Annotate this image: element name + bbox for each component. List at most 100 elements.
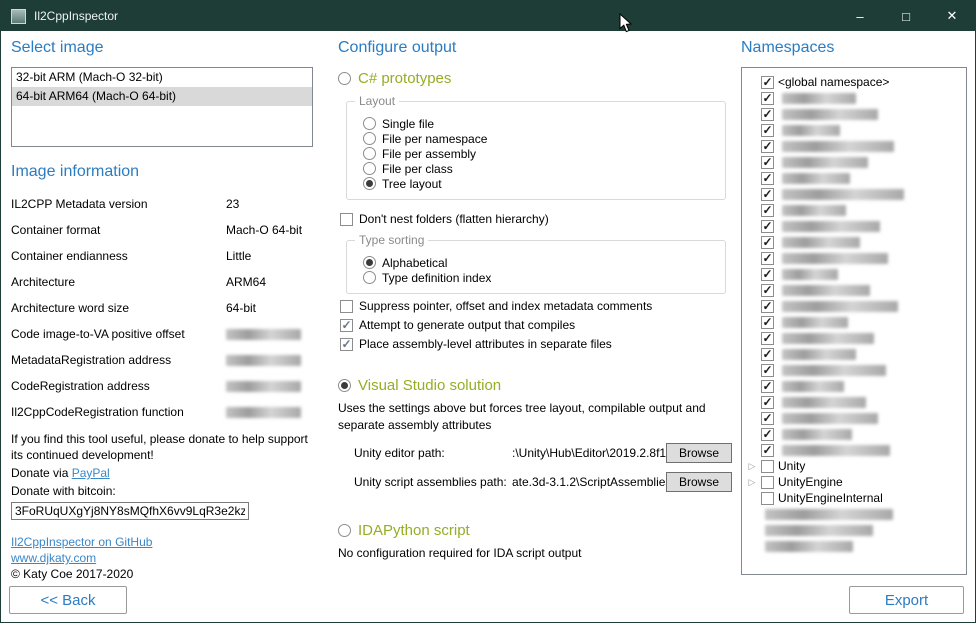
namespace-checkbox[interactable] <box>761 348 774 361</box>
namespace-checkbox[interactable] <box>761 332 774 345</box>
type-sorting-option[interactable]: Alphabetical <box>363 255 725 270</box>
namespace-checkbox[interactable] <box>761 220 774 233</box>
export-button[interactable]: Export <box>849 586 964 614</box>
namespace-checkbox[interactable] <box>761 476 774 489</box>
namespace-item[interactable]: ▷ <box>742 346 966 362</box>
namespace-checkbox[interactable] <box>761 460 774 473</box>
namespace-checkbox[interactable] <box>761 156 774 169</box>
namespace-checkbox[interactable] <box>761 124 774 137</box>
namespace-item[interactable]: ▷ UnityEngineInternal <box>742 490 966 506</box>
namespace-tree[interactable]: ▷ <global namespace> ▷ ▷ <box>741 67 967 575</box>
namespace-item[interactable]: ▷ <box>742 250 966 266</box>
layout-option[interactable]: File per namespace <box>363 131 725 146</box>
unity-editor-browse-button[interactable]: Browse <box>666 443 732 463</box>
minimize-icon[interactable]: – <box>837 1 883 31</box>
namespace-item[interactable]: ▷ <global namespace> <box>742 74 966 90</box>
namespace-checkbox[interactable] <box>761 204 774 217</box>
image-list-item[interactable]: 64-bit ARM64 (Mach-O 64-bit) <box>12 87 312 106</box>
csharp-option-checkboxes: Suppress pointer, offset and index metad… <box>338 299 733 351</box>
namespace-item[interactable]: ▷ <box>742 330 966 346</box>
namespace-item[interactable]: ▷ <box>742 106 966 122</box>
namespace-item[interactable]: ▷ <box>742 218 966 234</box>
namespace-checkbox[interactable] <box>761 444 774 457</box>
namespace-checkbox[interactable] <box>761 140 774 153</box>
namespace-item[interactable]: ▷ <box>742 362 966 378</box>
bitcoin-address-input[interactable] <box>11 502 249 520</box>
namespace-item[interactable]: ▷ <box>742 186 966 202</box>
namespace-item[interactable]: ▷ <box>742 282 966 298</box>
namespace-checkbox[interactable] <box>761 316 774 329</box>
namespace-item[interactable]: ▷ <box>742 138 966 154</box>
redacted-text <box>765 541 853 552</box>
namespace-checkbox[interactable] <box>761 492 774 505</box>
back-button[interactable]: << Back <box>9 586 127 614</box>
csharp-prototypes-radio[interactable]: C# prototypes <box>338 70 733 87</box>
namespace-item[interactable]: ▷ <box>742 202 966 218</box>
paypal-link[interactable]: PayPal <box>72 466 110 480</box>
namespace-item[interactable]: ▷ <box>742 538 966 554</box>
namespace-item[interactable]: ▷ Unity <box>742 458 966 474</box>
image-list-item[interactable]: 32-bit ARM (Mach-O 32-bit) <box>12 68 312 87</box>
namespace-item[interactable]: ▷ <box>742 234 966 250</box>
namespace-checkbox[interactable] <box>761 364 774 377</box>
namespace-item[interactable]: ▷ <box>742 154 966 170</box>
namespace-item[interactable]: ▷ <box>742 266 966 282</box>
namespace-item[interactable]: ▷ <box>742 410 966 426</box>
namespace-checkbox[interactable] <box>761 380 774 393</box>
namespace-item[interactable]: ▷ UnityEngine <box>742 474 966 490</box>
website-link[interactable]: www.djkaty.com <box>11 551 96 565</box>
option-checkbox[interactable]: Attempt to generate output that compiles <box>340 318 733 332</box>
close-icon[interactable]: ✕ <box>929 1 975 31</box>
namespace-item[interactable]: ▷ <box>742 522 966 538</box>
namespace-checkbox[interactable] <box>761 172 774 185</box>
namespace-item[interactable]: ▷ <box>742 426 966 442</box>
namespace-item[interactable]: ▷ <box>742 442 966 458</box>
namespace-checkbox[interactable] <box>761 92 774 105</box>
layout-option[interactable]: Single file <box>363 116 725 131</box>
namespace-checkbox[interactable] <box>761 252 774 265</box>
namespace-item[interactable]: ▷ <box>742 394 966 410</box>
expander-icon[interactable]: ▷ <box>747 474 757 490</box>
maximize-icon[interactable]: □ <box>883 1 929 31</box>
layout-option[interactable]: File per assembly <box>363 146 725 161</box>
layout-option[interactable]: Tree layout <box>363 176 725 191</box>
image-list[interactable]: 32-bit ARM (Mach-O 32-bit) 64-bit ARM64 … <box>11 67 313 147</box>
namespace-checkbox[interactable] <box>761 412 774 425</box>
configure-output-panel: Configure output C# prototypes Layout Si… <box>338 39 733 562</box>
namespace-checkbox[interactable] <box>761 428 774 441</box>
type-sorting-option[interactable]: Type definition index <box>363 270 725 285</box>
namespace-checkbox[interactable] <box>761 108 774 121</box>
namespace-checkbox[interactable] <box>761 396 774 409</box>
namespace-checkbox[interactable] <box>761 76 774 89</box>
expander-icon[interactable]: ▷ <box>747 458 757 474</box>
github-link[interactable]: Il2CppInspector on GitHub <box>11 535 152 549</box>
namespace-label: UnityEngineInternal <box>778 491 883 505</box>
namespace-item[interactable]: ▷ <box>742 122 966 138</box>
flatten-hierarchy-checkbox[interactable]: Don't nest folders (flatten hierarchy) <box>340 212 733 226</box>
layout-options: Single file File per namespace File per … <box>357 116 725 191</box>
option-checkbox[interactable]: Place assembly-level attributes in separ… <box>340 337 733 351</box>
namespace-checkbox[interactable] <box>761 188 774 201</box>
namespace-item[interactable]: ▷ <box>742 298 966 314</box>
idapython-script-radio[interactable]: IDAPython script <box>338 522 733 539</box>
namespace-item[interactable]: ▷ <box>742 314 966 330</box>
namespace-item[interactable]: ▷ <box>742 506 966 522</box>
unity-editor-path-label: Unity editor path: <box>354 446 512 460</box>
namespace-checkbox[interactable] <box>761 284 774 297</box>
redacted-text <box>782 413 878 424</box>
visual-studio-solution-radio[interactable]: Visual Studio solution <box>338 377 733 394</box>
layout-option-label: Tree layout <box>382 177 442 191</box>
layout-option[interactable]: File per class <box>363 161 725 176</box>
checkbox-icon <box>340 300 353 313</box>
namespace-item[interactable]: ▷ <box>742 170 966 186</box>
option-checkbox[interactable]: Suppress pointer, offset and index metad… <box>340 299 733 313</box>
namespace-checkbox[interactable] <box>761 300 774 313</box>
window-title: Il2CppInspector <box>34 9 118 23</box>
unity-script-browse-button[interactable]: Browse <box>666 472 732 492</box>
namespace-checkbox[interactable] <box>761 268 774 281</box>
redacted-value <box>226 407 301 418</box>
namespace-item[interactable]: ▷ <box>742 378 966 394</box>
namespace-item[interactable]: ▷ <box>742 90 966 106</box>
namespace-checkbox[interactable] <box>761 236 774 249</box>
select-image-panel: Select image 32-bit ARM (Mach-O 32-bit) … <box>11 39 313 582</box>
